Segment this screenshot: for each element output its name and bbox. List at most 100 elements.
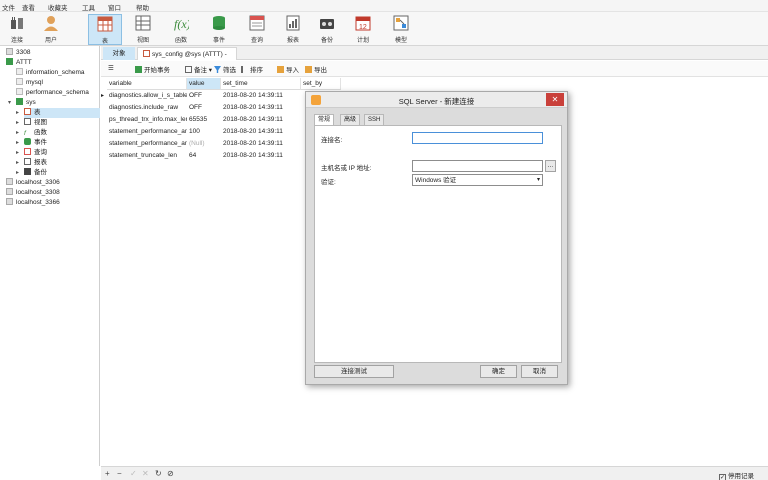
collapse-arrow-icon[interactable]: ▾ xyxy=(8,98,11,108)
discard-icon[interactable]: ✕ xyxy=(142,469,149,478)
tab-general[interactable]: 常规 xyxy=(314,114,335,125)
tree-item-backups[interactable]: ▸ 备份 xyxy=(16,168,47,178)
test-connection-button[interactable]: 连接测试 xyxy=(314,365,394,378)
schedule-button[interactable]: 12 计划 xyxy=(346,14,380,45)
report-icon xyxy=(285,15,301,31)
plug-icon xyxy=(9,15,25,31)
column-header-set-by[interactable]: set_by xyxy=(301,78,341,90)
auth-select[interactable]: Windows 验证 ▾ xyxy=(412,174,543,186)
model-button[interactable]: 模型 xyxy=(384,14,418,45)
filter-button[interactable]: 筛选 xyxy=(214,64,236,74)
dialog-title: SQL Server - 新建连接 xyxy=(398,97,475,106)
begin-transaction-button[interactable]: 开始事务 xyxy=(135,64,170,74)
query-icon xyxy=(249,15,265,31)
close-icon[interactable]: ✕ xyxy=(546,93,564,106)
menu-help[interactable]: 帮助 xyxy=(136,2,149,12)
connection-name-input[interactable] xyxy=(412,132,543,144)
checkmark-icon: ✓ xyxy=(719,474,726,480)
event-button[interactable]: 事件 xyxy=(202,14,236,45)
stop-records-checkbox[interactable]: ✓ 停用记录 xyxy=(719,470,754,480)
apply-icon[interactable]: ✓ xyxy=(130,469,137,478)
menu-window[interactable]: 窗口 xyxy=(108,2,121,12)
cancel-button[interactable]: 取消 xyxy=(521,365,558,378)
tree-item-queries[interactable]: ▸ 查询 xyxy=(16,148,47,158)
expand-arrow-icon[interactable]: ▸ xyxy=(16,148,19,158)
menu-file[interactable]: 文件 xyxy=(2,2,15,12)
tree-item-information-schema[interactable]: information_schema xyxy=(16,68,85,78)
query-button[interactable]: 查询 xyxy=(240,14,274,45)
expand-arrow-icon[interactable]: ▸ xyxy=(16,118,19,128)
tab-sys-config[interactable]: sys_config @sys (ATTT) - 表 xyxy=(137,47,237,71)
backup-icon xyxy=(24,168,31,175)
tree-item-performance-schema[interactable]: performance_schema xyxy=(16,88,89,98)
sort-button[interactable]: 排序 xyxy=(241,64,263,74)
tree-item-sys[interactable]: ▾ sys xyxy=(8,98,36,108)
tree-item-localhost-3306[interactable]: localhost_3306 xyxy=(6,178,60,188)
add-record-icon[interactable]: + xyxy=(105,469,110,478)
event-icon xyxy=(24,138,31,145)
export-icon xyxy=(305,66,312,73)
user-icon xyxy=(43,15,59,31)
expand-arrow-icon[interactable]: ▸ xyxy=(16,128,19,138)
stop-icon[interactable]: ⊘ xyxy=(167,469,174,478)
backup-button[interactable]: 备份 xyxy=(310,14,344,45)
note-button[interactable]: 备注 ▾ xyxy=(185,64,212,74)
tree-item-events[interactable]: ▸ 事件 xyxy=(16,138,47,148)
column-header-value[interactable]: value xyxy=(187,78,221,90)
column-header-variable[interactable]: variable xyxy=(107,78,187,90)
tree-item-functions[interactable]: ▸ f 函数 xyxy=(16,128,47,138)
menu-tools[interactable]: 工具 xyxy=(82,2,95,12)
table-toolbar: ☰ 开始事务 备注 ▾ 筛选 排序 导入 导出 xyxy=(101,61,768,77)
import-button[interactable]: 导入 xyxy=(277,64,299,74)
function-icon: f xyxy=(24,130,26,137)
expand-arrow-icon[interactable]: ▸ xyxy=(16,108,19,118)
tree-item-reports[interactable]: ▸ 报表 xyxy=(16,158,47,168)
auth-label: 验证: xyxy=(321,179,336,186)
user-button[interactable]: 用户 xyxy=(34,14,68,45)
tab-ssh[interactable]: SSH xyxy=(364,114,385,125)
tab-bar: 对象 sys_config @sys (ATTT) - 表 xyxy=(101,46,768,71)
connect-button[interactable]: 连接 xyxy=(0,14,34,45)
connection-icon xyxy=(6,188,13,195)
dialog-title-bar[interactable]: SQL Server - 新建连接 ✕ xyxy=(306,92,567,108)
tab-advanced[interactable]: 高级 xyxy=(340,114,361,125)
export-button[interactable]: 导出 xyxy=(305,64,327,74)
view-button[interactable]: 视图 xyxy=(126,14,160,45)
transaction-icon xyxy=(135,66,142,73)
menu-favorites[interactable]: 收藏夹 xyxy=(48,2,68,12)
menu-bar: 文件 查看 收藏夹 工具 窗口 帮助 xyxy=(0,0,768,12)
menu-view[interactable]: 查看 xyxy=(22,2,35,12)
delete-record-icon[interactable]: − xyxy=(117,469,122,478)
tree-item-tables[interactable]: ▸ 表 xyxy=(16,108,100,118)
tree-item-localhost-3366[interactable]: localhost_3366 xyxy=(6,198,60,208)
expand-arrow-icon[interactable]: ▸ xyxy=(16,168,19,178)
expand-arrow-icon[interactable]: ▸ xyxy=(16,158,19,168)
database-icon xyxy=(16,68,23,75)
ok-button[interactable]: 确定 xyxy=(480,365,517,378)
refresh-icon[interactable]: ↻ xyxy=(155,469,162,478)
tree-item-localhost-3308[interactable]: localhost_3308 xyxy=(6,188,60,198)
column-header-set-time[interactable]: set_time xyxy=(221,78,301,90)
browse-button[interactable]: ... xyxy=(545,160,556,172)
sort-icon xyxy=(241,66,248,73)
chevron-down-icon: ▾ xyxy=(536,177,540,183)
connection-icon xyxy=(6,178,13,185)
connection-icon xyxy=(6,58,13,65)
event-icon xyxy=(211,15,227,31)
table-button[interactable]: 表 xyxy=(88,14,122,45)
database-icon xyxy=(6,48,13,55)
new-connection-dialog: SQL Server - 新建连接 ✕ 常规 高级 SSH 连接名: 主机名或 … xyxy=(305,91,568,385)
tree-item-mysql[interactable]: mysql xyxy=(16,78,43,88)
tree-item-attt[interactable]: ATTT xyxy=(6,58,32,68)
expand-arrow-icon[interactable]: ▸ xyxy=(16,138,19,148)
tree-item-views[interactable]: ▸ 视图 xyxy=(16,118,47,128)
function-button[interactable]: f(x) 函数 xyxy=(164,14,198,45)
menu-icon[interactable]: ☰ xyxy=(108,64,114,72)
table-icon xyxy=(97,16,113,32)
svg-text:f(x): f(x) xyxy=(174,17,189,31)
report-button[interactable]: 报表 xyxy=(276,14,310,45)
host-input[interactable] xyxy=(412,160,543,172)
tree-item-3308[interactable]: 3308 xyxy=(6,48,30,58)
tab-objects[interactable]: 对象 xyxy=(103,47,135,60)
grid-bottom-bar: + − ✓ ✕ ↻ ⊘ ✓ 停用记录 xyxy=(101,466,768,480)
